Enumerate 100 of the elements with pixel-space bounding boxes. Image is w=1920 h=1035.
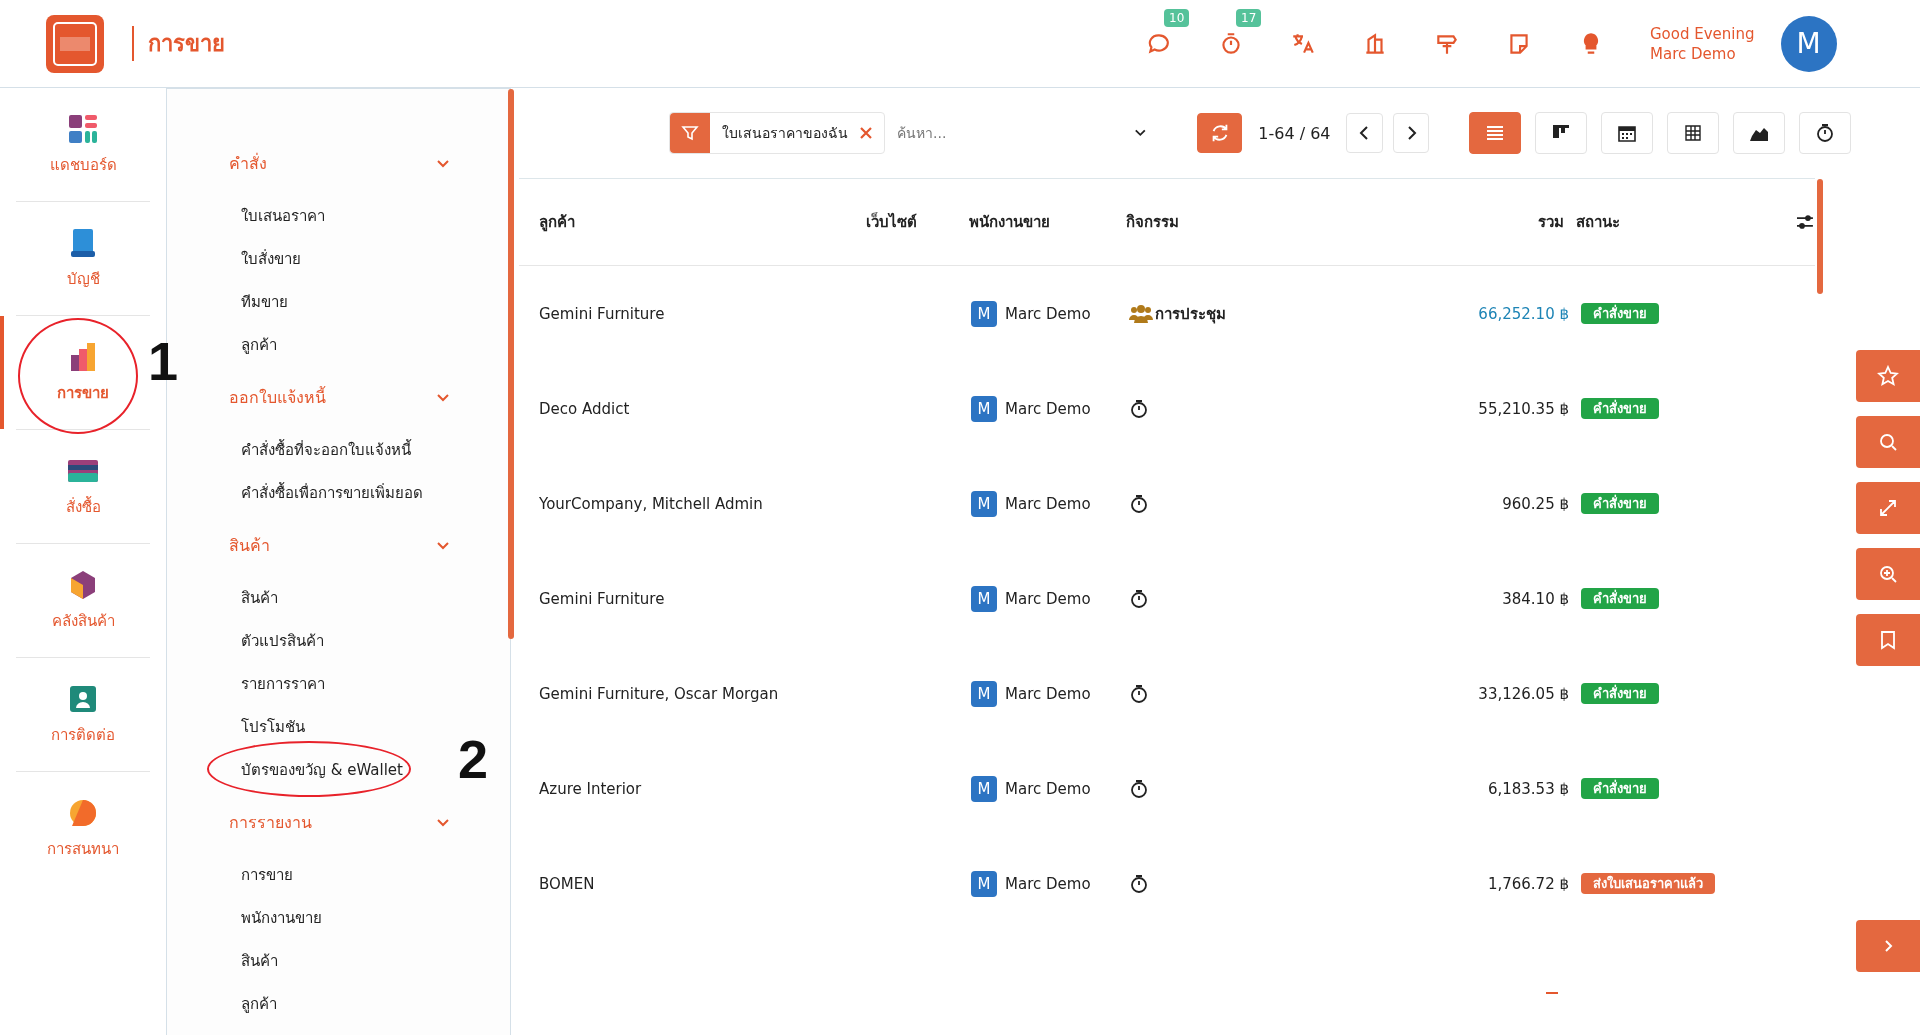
column-header[interactable]: ลูกค้า — [539, 210, 838, 234]
menu-section-header[interactable]: ออกใบแจ้งหนี้ — [229, 376, 450, 419]
menu-item[interactable]: ใบสั่งขาย — [229, 237, 450, 280]
salesperson-name: Marc Demo — [1005, 399, 1091, 418]
column-header[interactable]: กิจกรรม — [1126, 210, 1365, 234]
total-cell-text: 55,210.35 ฿ — [1477, 399, 1569, 418]
app-nav-item[interactable]: บัญชี — [0, 202, 166, 315]
table-row[interactable]: Gemini Furniture, Oscar Morgan M Marc Demo 33,126.05 ฿ คำสั่งขาย — [519, 646, 1815, 741]
menu-item[interactable]: คำสั่งซื้อที่จะออกใบแจ้งหนี้ — [229, 428, 450, 471]
total-cell-text: 33,126.05 ฿ — [1477, 684, 1569, 703]
table-row[interactable]: BOMEN M Marc Demo 1,766.72 ฿ ส่งใบเสนอราคาแล้ว — [519, 836, 1815, 931]
filter-icon — [681, 124, 699, 142]
stopwatch-icon[interactable] — [1129, 588, 1149, 609]
menu-item[interactable]: ลูกค้า — [229, 323, 450, 366]
zoom-in-button[interactable] — [1856, 548, 1920, 600]
customer-cell-text: Azure Interior — [539, 779, 643, 798]
table-row[interactable]: Azure Interior M Marc Demo 6,183.53 ฿ คำสั่งขาย — [519, 741, 1815, 836]
previous-button[interactable] — [1346, 113, 1383, 153]
menu-item[interactable]: ลูกค้า — [229, 982, 450, 1025]
zoom-in-icon — [1877, 563, 1899, 585]
refresh-button[interactable] — [1197, 113, 1243, 153]
app-nav-item[interactable]: การสนทนา — [0, 772, 166, 885]
close-icon[interactable] — [860, 127, 872, 139]
next-button[interactable] — [1392, 113, 1429, 153]
table-row[interactable]: Gemini Furniture M Marc Demo การประชุม 66,252.10 ฿ คำสั่งขาย — [519, 266, 1815, 361]
menu-item[interactable]: บัตรของขวัญ & eWallet — [229, 748, 450, 791]
count-badge: 17 — [1236, 8, 1262, 27]
customer-cell-text: Gemini Furniture, Oscar Morgan — [539, 684, 780, 703]
sliders-icon[interactable] — [1795, 212, 1815, 232]
column-header[interactable]: สถานะ — [1575, 210, 1726, 234]
column-header[interactable]: รวม — [1364, 210, 1564, 234]
salesperson-name: Marc Demo — [1005, 589, 1091, 608]
app-nav-item[interactable]: คลังสินค้า — [0, 544, 166, 657]
expand-icon — [1877, 497, 1899, 519]
column-header[interactable]: พนักงานขาย — [969, 210, 1127, 234]
search-button[interactable] — [1856, 416, 1920, 468]
salesperson-avatar: M — [971, 490, 997, 517]
pivot-view-button[interactable] — [1667, 112, 1719, 154]
total-cell-text: 66,252.10 ฿ — [1477, 304, 1569, 323]
kanban-view-button[interactable] — [1535, 112, 1587, 154]
salesperson-avatar: M — [971, 395, 997, 422]
menu-item[interactable]: ทีมขาย — [229, 280, 450, 323]
table-row[interactable]: Gemini Furniture M Marc Demo 384.10 ฿ คำสั่งขาย — [519, 551, 1815, 646]
pager-text: 1-64 / 64 — [1258, 123, 1331, 143]
menu-item[interactable]: ใบเสนอราคา — [229, 194, 450, 237]
calendar-view-button[interactable] — [1601, 112, 1653, 154]
menu-section-header[interactable]: การรายงาน — [229, 801, 450, 844]
app-nav-item[interactable]: การติดต่อ — [0, 658, 166, 771]
menu-item[interactable]: ตัวแปรสินค้า — [229, 619, 450, 662]
menu-item[interactable]: รายการราคา — [229, 662, 450, 705]
stopwatch-icon[interactable] — [1129, 683, 1149, 704]
filter-label: ใบเสนอราคาของฉัน — [722, 124, 848, 143]
menu-section-header[interactable]: คำสั่ง — [229, 142, 450, 185]
greeting-text: Good Evening — [1650, 24, 1755, 43]
table-row[interactable]: Deco Addict M Marc Demo 55,210.35 ฿ คำสั่งขาย — [519, 361, 1815, 456]
status-badge: คำสั่งขาย — [1581, 683, 1659, 704]
menu-item[interactable]: พนักงานขาย — [229, 896, 450, 939]
activity-label[interactable]: การประชุม — [1155, 301, 1226, 326]
menu-item[interactable]: คำสั่งซื้อเพื่อการขายเพิ่มยอด — [229, 471, 450, 514]
column-header[interactable]: เว็บไซต์ — [837, 210, 917, 234]
stopwatch-icon[interactable] — [1129, 493, 1149, 514]
status-badge: คำสั่งขาย — [1581, 303, 1659, 324]
app-nav-item[interactable]: แดชบอร์ด — [0, 88, 166, 201]
scrollbar[interactable] — [508, 89, 514, 639]
menu-item[interactable]: โปรโมชัน — [229, 705, 450, 748]
user-name: Marc Demo — [1650, 44, 1737, 63]
stopwatch-icon[interactable] — [1129, 778, 1149, 799]
salesperson-avatar: M — [971, 680, 997, 707]
stopwatch-icon[interactable] — [1129, 398, 1149, 419]
salesperson-name: Marc Demo — [1005, 779, 1091, 798]
customer-cell-text: YourCompany, Mitchell Admin — [539, 494, 764, 513]
menu-section-header[interactable]: สินค้า — [229, 524, 450, 567]
favorite-button[interactable] — [1856, 350, 1920, 402]
salesperson-name: Marc Demo — [1005, 684, 1091, 703]
dash-mark — [1546, 992, 1558, 994]
list-view-button[interactable] — [1469, 112, 1521, 154]
star-icon — [1877, 365, 1899, 387]
status-badge: คำสั่งขาย — [1581, 493, 1659, 514]
customer-cell-text: Gemini Furniture — [539, 589, 666, 608]
table-row[interactable]: YourCompany, Mitchell Admin M Marc Demo 960.25 ฿ คำสั่งขาย — [519, 456, 1815, 551]
status-badge: คำสั่งขาย — [1581, 588, 1659, 609]
salesperson-avatar: M — [971, 870, 997, 897]
bookmark-button[interactable] — [1856, 614, 1920, 666]
expand-button[interactable] — [1856, 482, 1920, 534]
scrollbar[interactable] — [1817, 179, 1823, 294]
menu-item[interactable]: สินค้า — [229, 939, 450, 982]
menu-item[interactable]: การขาย — [229, 853, 450, 896]
people-icon — [1129, 303, 1153, 324]
filter-chip[interactable]: ใบเสนอราคาของฉัน — [669, 112, 885, 154]
user-avatar[interactable]: M — [1780, 15, 1837, 72]
salesperson-avatar: M — [971, 775, 997, 802]
stopwatch-icon[interactable] — [1129, 873, 1149, 894]
app-nav-item[interactable]: สั่งซื้อ — [0, 430, 166, 543]
activity-view-button[interactable] — [1799, 112, 1851, 154]
salesperson-avatar: M — [971, 300, 997, 327]
search-icon — [1877, 431, 1899, 453]
customer-cell-text: BOMEN — [539, 874, 596, 893]
graph-view-button[interactable] — [1733, 112, 1785, 154]
menu-item[interactable]: สินค้า — [229, 576, 450, 619]
annotation-number: 2 — [458, 728, 489, 790]
